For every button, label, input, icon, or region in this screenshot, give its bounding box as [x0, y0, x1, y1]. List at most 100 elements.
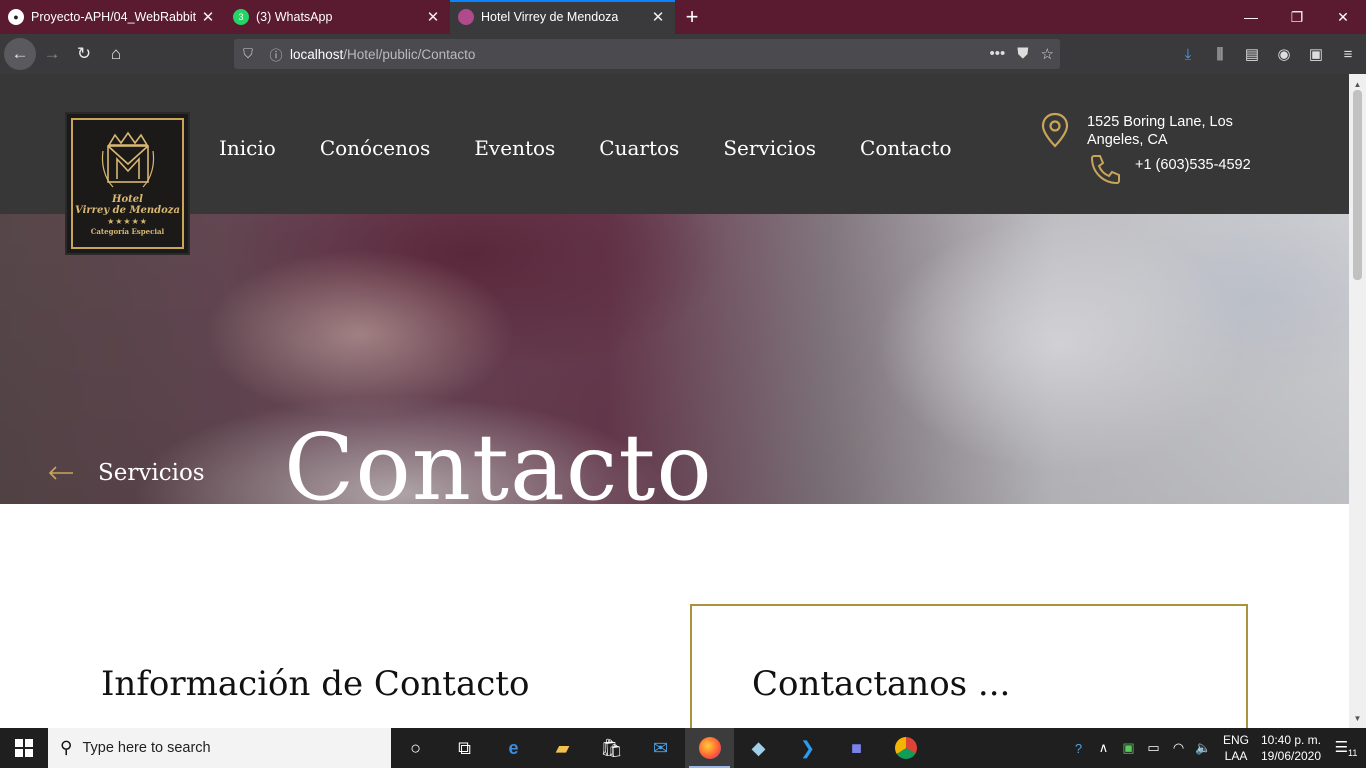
logo-line-4: Categoría Especial — [90, 226, 165, 236]
tab-title: (3) WhatsApp — [256, 10, 333, 24]
scroll-down-icon[interactable]: ▼ — [1349, 710, 1366, 726]
search-placeholder: Type here to search — [82, 740, 211, 756]
chevron-up-icon[interactable]: ∧ — [1091, 740, 1116, 756]
github-icon: ● — [8, 9, 24, 25]
clock-date: 19/06/2020 — [1260, 749, 1322, 763]
tab-github[interactable]: ● Proyecto-APH/04_WebRabbit ✕ — [0, 0, 225, 34]
browser-tab-bar: ● Proyecto-APH/04_WebRabbit ✕ 3 (3) What… — [0, 0, 1366, 34]
notification-icon[interactable]: ☰11 — [1326, 738, 1366, 758]
hotel-logo[interactable]: Hotel Virrey de Mendoza ★★★★★ Categoría … — [65, 112, 190, 255]
nav-conocenos[interactable]: Conócenos — [320, 136, 431, 160]
home-icon[interactable]: ⌂ — [100, 38, 132, 70]
language-indicator[interactable]: ENG LAA — [1216, 732, 1256, 764]
task-view-icon[interactable]: ⧉ — [440, 728, 489, 768]
page-actions-icon[interactable]: ••• — [990, 45, 1006, 63]
browser-toolbar: ← → ↻ ⌂ ⛉ ⓘ localhost/Hotel/public/Conta… — [0, 34, 1366, 74]
logo-line-1: Hotel — [112, 193, 143, 205]
help-icon[interactable]: ? — [1066, 741, 1091, 756]
whatsapp-icon: 3 — [233, 9, 249, 25]
close-icon[interactable]: ✕ — [424, 8, 442, 26]
tab-badge: 3 — [238, 12, 244, 22]
notification-count: 11 — [1348, 748, 1358, 759]
site-header: Inicio Conócenos Eventos Cuartos Servici… — [0, 74, 1349, 214]
battery-icon[interactable]: ▭ — [1141, 740, 1166, 756]
phone-icon — [1090, 155, 1120, 185]
close-window-icon[interactable]: ✕ — [1320, 0, 1366, 34]
minimize-icon[interactable]: — — [1228, 0, 1274, 34]
windows-taskbar: ⚲ Type here to search ○ ⧉ e ▰ 🛍 ✉ ◆ ❯ ■ … — [0, 728, 1366, 768]
clock[interactable]: 10:40 p. m. 19/06/2020 — [1256, 732, 1326, 764]
download-icon[interactable]: ⤓ — [1176, 38, 1200, 70]
windows-logo-icon — [15, 739, 33, 757]
logo-line-2: Virrey de Mendoza — [75, 204, 180, 216]
shield-icon[interactable]: ⛉ — [234, 46, 262, 62]
logo-stars: ★★★★★ — [107, 216, 148, 226]
scrollbar-thumb[interactable] — [1353, 90, 1362, 280]
system-tray: ? ∧ ▣ ▭ ◠ 🔈 ENG LAA 10:40 p. m. 19/06/20… — [1066, 728, 1366, 768]
wifi-icon[interactable]: ◠ — [1166, 740, 1191, 756]
account-icon[interactable]: ◉ — [1272, 38, 1296, 70]
clock-time: 10:40 p. m. — [1260, 733, 1322, 747]
nav-cuartos[interactable]: Cuartos — [599, 136, 679, 160]
contact-form-box: Contactanos ... — [690, 604, 1248, 728]
url-path: /Hotel/public/Contacto — [343, 46, 476, 62]
tab-title: Proyecto-APH/04_WebRabbit — [31, 10, 197, 24]
new-tab-button[interactable]: + — [675, 0, 709, 34]
hero-banner: Servicios Contacto — [0, 214, 1349, 504]
contact-form-heading: Contactanos ... — [752, 664, 1011, 704]
nav-eventos[interactable]: Eventos — [474, 136, 555, 160]
search-icon: ⚲ — [60, 738, 73, 757]
firefox-icon[interactable] — [685, 728, 734, 768]
page-scrollbar[interactable]: ▲ ▼ — [1349, 74, 1366, 728]
extension-icon[interactable]: ▣ — [1304, 38, 1328, 70]
info-icon[interactable]: ⓘ — [262, 45, 290, 64]
bookmark-star-icon[interactable]: ☆ — [1041, 45, 1054, 63]
page-viewport: Inicio Conócenos Eventos Cuartos Servici… — [0, 74, 1349, 728]
tab-title: Hotel Virrey de Mendoza — [481, 10, 619, 24]
header-address: 1525 Boring Lane, Los Angeles, CA — [1087, 114, 1233, 148]
page-title: Contacto — [284, 414, 713, 505]
forward-icon[interactable]: → — [36, 38, 68, 70]
back-icon[interactable]: ← — [4, 38, 36, 70]
address-bar[interactable]: ⛉ ⓘ localhost/Hotel/public/Contacto ••• … — [234, 39, 1060, 69]
file-explorer-icon[interactable]: ▰ — [538, 728, 587, 768]
window-controls: — ❐ ✕ — [1228, 0, 1366, 34]
nav-contacto[interactable]: Contacto — [860, 136, 951, 160]
location-pin-icon — [1041, 112, 1069, 148]
reload-icon[interactable]: ↻ — [68, 38, 100, 70]
tab-whatsapp[interactable]: 3 (3) WhatsApp ✕ — [225, 0, 450, 34]
store-icon[interactable]: 🛍 — [587, 728, 636, 768]
start-button[interactable] — [0, 728, 48, 768]
lang-layout: LAA — [1224, 749, 1248, 763]
site-icon — [458, 9, 474, 25]
close-icon[interactable]: ✕ — [199, 8, 217, 26]
hero-back-label: Servicios — [98, 460, 205, 486]
chrome-icon[interactable] — [881, 728, 930, 768]
hero-back-link[interactable]: Servicios — [48, 460, 205, 486]
volume-icon[interactable]: 🔈 — [1191, 740, 1216, 756]
teams-icon[interactable]: ■ — [832, 728, 881, 768]
sidebar-icon[interactable]: ▤ — [1240, 38, 1264, 70]
main-nav: Inicio Conócenos Eventos Cuartos Servici… — [219, 136, 951, 160]
crest-icon — [101, 131, 154, 187]
pocket-icon[interactable]: ⛊ — [1017, 45, 1028, 63]
nav-inicio[interactable]: Inicio — [219, 136, 276, 160]
lang-code: ENG — [1222, 733, 1249, 747]
taskbar-search[interactable]: ⚲ Type here to search — [48, 728, 391, 768]
restore-icon[interactable]: ❐ — [1274, 0, 1320, 34]
app-tray-icon[interactable]: ▣ — [1116, 740, 1141, 756]
notes-app-icon[interactable]: ◆ — [734, 728, 783, 768]
menu-icon[interactable]: ≡ — [1336, 38, 1360, 70]
url-host: localhost — [290, 46, 344, 62]
tab-hotel[interactable]: Hotel Virrey de Mendoza ✕ — [450, 0, 675, 34]
nav-servicios[interactable]: Servicios — [723, 136, 816, 160]
vscode-icon[interactable]: ❯ — [783, 728, 832, 768]
contact-info-heading: Información de Contacto — [101, 664, 530, 704]
header-phone: +1 (603)535-4592 — [1135, 157, 1251, 173]
cortana-icon[interactable]: ○ — [391, 728, 440, 768]
arrow-left-icon — [48, 466, 73, 480]
edge-icon[interactable]: e — [489, 728, 538, 768]
mail-icon[interactable]: ✉ — [636, 728, 685, 768]
close-icon[interactable]: ✕ — [649, 8, 667, 26]
library-icon[interactable]: ⫼ — [1208, 38, 1232, 70]
